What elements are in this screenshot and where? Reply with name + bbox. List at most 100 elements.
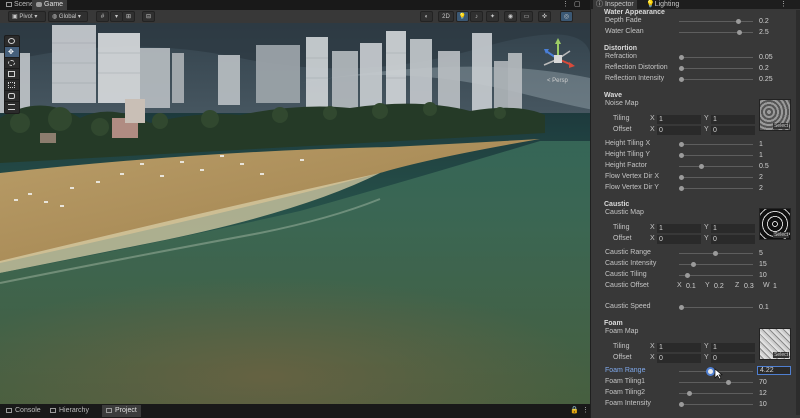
foam-offset-x-field[interactable]: 0	[657, 354, 701, 363]
caustic-speed-field[interactable]: 0.1	[757, 303, 791, 312]
tab-console[interactable]: Console	[2, 405, 45, 417]
flow-vertex-dir-x-field[interactable]: 2	[757, 173, 791, 182]
foam-range-field[interactable]: 4.22	[757, 366, 791, 375]
height-tiling-y-knob[interactable]	[679, 153, 684, 158]
caustic-map-select-button[interactable]: Select	[773, 232, 789, 238]
reflection-intensity-knob[interactable]	[679, 77, 684, 82]
depth-fade-slider[interactable]	[679, 21, 753, 22]
wave-offset-x-field[interactable]: 0	[657, 126, 701, 135]
refraction-slider[interactable]	[679, 57, 753, 58]
flow-vertex-dir-y-slider[interactable]	[679, 188, 753, 189]
reflection-intensity-field[interactable]: 0.25	[757, 75, 791, 84]
caustic-tiling-field[interactable]: 10	[757, 271, 791, 280]
caustic-tiling-knob[interactable]	[685, 273, 690, 278]
tab-game[interactable]: Game	[32, 0, 68, 10]
snap-settings-icon[interactable]: ⊟	[142, 11, 155, 22]
noise-map-thumbnail[interactable]: Select	[759, 99, 791, 131]
foam-range-knob[interactable]	[708, 369, 713, 374]
height-tiling-x-knob[interactable]	[679, 142, 684, 147]
reflection-distortion-field[interactable]: 0.2	[757, 64, 791, 73]
caustic-offset-y-field[interactable]: 0	[711, 235, 755, 244]
caustic-range-field[interactable]: 5	[757, 249, 791, 258]
caustic-offset-vy-field[interactable]: 0.2	[712, 282, 730, 291]
height-tiling-x-field[interactable]: 1	[757, 140, 791, 149]
foam-intensity-slider[interactable]	[679, 404, 753, 405]
foam-map-thumbnail[interactable]: Select	[759, 328, 791, 360]
wave-tiling-x-field[interactable]: 1	[657, 115, 701, 124]
wave-offset-y-field[interactable]: 0	[711, 126, 755, 135]
global-dropdown[interactable]: ◍ Global ▾	[48, 11, 88, 22]
flow-vertex-dir-x-slider[interactable]	[679, 177, 753, 178]
caustic-tiling-slider[interactable]	[679, 275, 753, 276]
depth-fade-field[interactable]: 0.2	[757, 17, 791, 26]
foam-tiling1-field[interactable]: 70	[757, 378, 791, 387]
inspector-scrollbar[interactable]	[796, 10, 800, 415]
height-factor-knob[interactable]	[699, 164, 704, 169]
tab-lighting[interactable]: 💡Lighting	[643, 0, 682, 9]
flow-vertex-dir-y-field[interactable]: 2	[757, 184, 791, 193]
tools-icon[interactable]: ✜	[538, 11, 551, 22]
caustic-offset-vw-field[interactable]: 1	[771, 282, 789, 291]
view-tool-icon[interactable]	[5, 36, 19, 47]
foam-tiling-x-field[interactable]: 1	[657, 343, 701, 352]
foam-map-select-button[interactable]: Select	[773, 352, 789, 358]
foam-intensity-knob[interactable]	[679, 402, 684, 407]
flow-vertex-dir-y-knob[interactable]	[679, 186, 684, 191]
noise-map-select-button[interactable]: Select	[773, 123, 789, 129]
reflection-intensity-slider[interactable]	[679, 79, 753, 80]
scale-tool-icon[interactable]	[5, 69, 19, 80]
effects-toggle-icon[interactable]: ✦	[486, 11, 499, 22]
caustic-tiling-x-field[interactable]: 1	[657, 224, 701, 233]
tab-project[interactable]: Project	[102, 405, 141, 417]
height-tiling-x-slider[interactable]	[679, 144, 753, 145]
caustic-tiling-y-field[interactable]: 1	[711, 224, 755, 233]
transform-tool-icon[interactable]	[5, 91, 19, 102]
gizmos-icon[interactable]: ◎	[560, 11, 573, 22]
foam-tiling-y-field[interactable]: 1	[711, 343, 755, 352]
rotate-tool-icon[interactable]	[5, 58, 19, 69]
foam-tiling2-knob[interactable]	[687, 391, 692, 396]
height-factor-field[interactable]: 0.5	[757, 162, 791, 171]
tab-hierarchy[interactable]: Hierarchy	[46, 405, 93, 417]
hidden-objects-icon[interactable]: ◉	[504, 11, 517, 22]
move-tool-icon[interactable]: ✥	[5, 47, 19, 58]
water-clean-field[interactable]: 2.5	[757, 28, 791, 37]
caustic-intensity-field[interactable]: 15	[757, 260, 791, 269]
caustic-speed-slider[interactable]	[679, 307, 753, 308]
refraction-field[interactable]: 0.05	[757, 53, 791, 62]
audio-toggle-icon[interactable]: ♪	[470, 11, 483, 22]
maximize-icon[interactable]: ▢	[570, 0, 585, 10]
shading-mode-icon[interactable]: ◐	[420, 11, 433, 22]
caustic-offset-x-field[interactable]: 0	[657, 235, 701, 244]
pivot-dropdown[interactable]: ▣ Pivot ▾	[8, 11, 46, 22]
foam-tiling1-knob[interactable]	[726, 380, 731, 385]
inspector-menu-icon[interactable]: ⋮	[777, 0, 790, 9]
water-clean-knob[interactable]	[737, 30, 742, 35]
refraction-knob[interactable]	[679, 55, 684, 60]
caustic-range-knob[interactable]	[713, 251, 718, 256]
caustic-offset-vz-field[interactable]: 0.3	[742, 282, 760, 291]
grid-snap-icon[interactable]: #	[96, 11, 109, 22]
lighting-toggle-icon[interactable]: 💡	[456, 11, 469, 22]
mode-2d-toggle[interactable]: 2D	[438, 11, 454, 22]
persp-label[interactable]: < Persp	[547, 78, 568, 84]
scene-viewport[interactable]: ✥ < Persp	[0, 23, 590, 404]
tab-inspector[interactable]: ⓘ Inspector	[593, 0, 637, 9]
depth-fade-knob[interactable]	[736, 19, 741, 24]
custom-tool-icon[interactable]	[5, 102, 19, 113]
foam-intensity-field[interactable]: 10	[757, 400, 791, 409]
caustic-map-thumbnail[interactable]: Select	[759, 208, 791, 240]
wave-tiling-y-field[interactable]: 1	[711, 115, 755, 124]
foam-offset-y-field[interactable]: 0	[711, 354, 755, 363]
caustic-offset-vx-field[interactable]: 0.1	[684, 282, 702, 291]
reflection-distortion-slider[interactable]	[679, 68, 753, 69]
camera-settings-icon[interactable]: ▭	[520, 11, 533, 22]
height-tiling-y-slider[interactable]	[679, 155, 753, 156]
caustic-speed-knob[interactable]	[679, 305, 684, 310]
flow-vertex-dir-x-knob[interactable]	[679, 175, 684, 180]
height-factor-slider[interactable]	[679, 166, 753, 167]
caustic-intensity-knob[interactable]	[691, 262, 696, 267]
rect-tool-icon[interactable]	[5, 80, 19, 91]
reflection-distortion-knob[interactable]	[679, 66, 684, 71]
snap-increment-icon[interactable]: ⊞	[122, 11, 135, 22]
